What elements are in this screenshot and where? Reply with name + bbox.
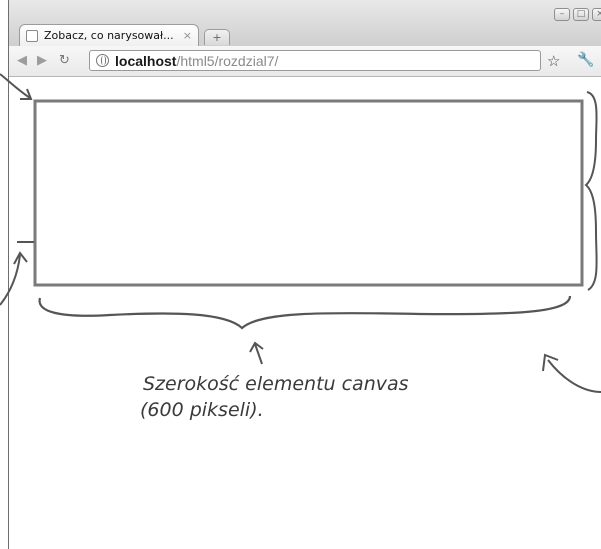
arrow-right (547, 359, 601, 393)
arrow-top-left (0, 73, 31, 99)
right-curly-brace (584, 91, 598, 291)
annotation-layer: Szerokość elementu canvas (600 pikseli). (0, 73, 601, 421)
arrow-bottom-left (0, 254, 21, 306)
annotation-line-1: Szerokość elementu canvas (143, 373, 409, 395)
annotation-line-2: (600 pikseli). (140, 399, 264, 421)
canvas-element (33, 99, 584, 287)
bottom-curly-brace (38, 295, 572, 330)
